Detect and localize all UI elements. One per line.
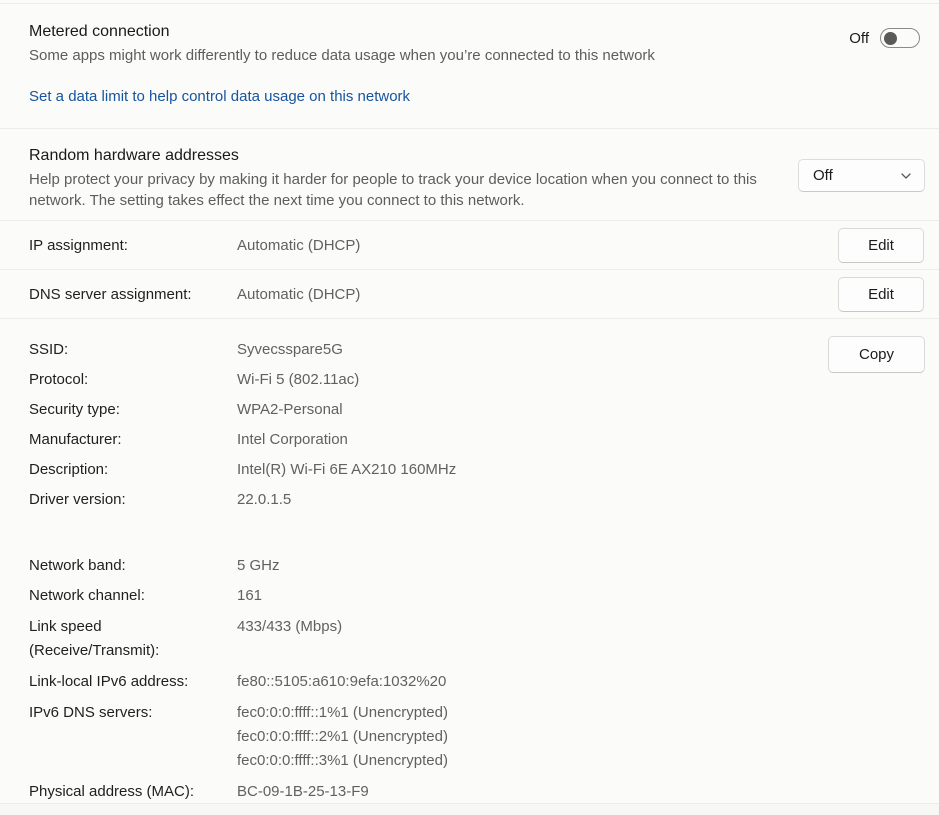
ipv6-dns-line: fec0:0:0:ffff::2%1 (Unencrypted)	[237, 725, 799, 749]
property-value: Wi-Fi 5 (802.11ac)	[237, 365, 799, 395]
property-row-link-local-ipv6: Link-local IPv6 address: fe80::5105:a610…	[29, 667, 799, 697]
property-value: Intel Corporation	[237, 425, 799, 455]
ip-assignment-label: IP assignment:	[29, 237, 219, 254]
random-hardware-card: Random hardware addresses Help protect y…	[0, 129, 939, 221]
property-label: Protocol:	[29, 365, 219, 395]
metered-connection-title: Metered connection	[29, 21, 759, 43]
toggle-state-label: Off	[849, 30, 869, 47]
property-row-physical-address: Physical address (MAC): BC-09-1B-25-13-F…	[29, 777, 799, 807]
metered-toggle-area: Off	[849, 28, 920, 48]
property-row-link-speed: Link speed (Receive/Transmit): 433/433 (…	[29, 611, 799, 667]
random-hardware-dropdown[interactable]: Off	[798, 159, 925, 192]
property-row-ssid: SSID: Syvecsspare5G	[29, 335, 799, 365]
ipv6-dns-line: fec0:0:0:ffff::3%1 (Unencrypted)	[237, 749, 799, 773]
network-properties-card: Copy SSID: Syvecsspare5G Protocol: Wi-Fi…	[0, 319, 939, 804]
random-hardware-description: Help protect your privacy by making it h…	[29, 169, 759, 211]
ip-assignment-value: Automatic (DHCP)	[237, 237, 838, 254]
property-row-manufacturer: Manufacturer: Intel Corporation	[29, 425, 799, 455]
toggle-knob	[884, 32, 897, 45]
property-row-protocol: Protocol: Wi-Fi 5 (802.11ac)	[29, 365, 799, 395]
metered-connection-toggle[interactable]	[880, 28, 920, 48]
chevron-down-icon	[900, 170, 912, 182]
property-value: BC-09-1B-25-13-F9	[237, 777, 799, 807]
property-row-security-type: Security type: WPA2-Personal	[29, 395, 799, 425]
dns-assignment-row: DNS server assignment: Automatic (DHCP) …	[0, 270, 939, 319]
property-value-lines: fec0:0:0:ffff::1%1 (Unencrypted) fec0:0:…	[237, 701, 799, 773]
property-label: Security type:	[29, 395, 219, 425]
property-label: Manufacturer:	[29, 425, 219, 455]
dns-assignment-edit-button[interactable]: Edit	[838, 277, 924, 312]
property-row-driver-version: Driver version: 22.0.1.5	[29, 485, 799, 515]
property-label: IPv6 DNS servers:	[29, 701, 219, 725]
wifi-network-properties-page: Metered connection Some apps might work …	[0, 0, 939, 815]
property-value: Syvecsspare5G	[237, 335, 799, 365]
copy-properties-button[interactable]: Copy	[828, 336, 925, 373]
ip-assignment-row: IP assignment: Automatic (DHCP) Edit	[0, 221, 939, 270]
set-data-limit-link[interactable]: Set a data limit to help control data us…	[29, 88, 410, 105]
property-label: Link speed (Receive/Transmit):	[29, 615, 219, 663]
property-row-ipv6-dns-servers: IPv6 DNS servers: fec0:0:0:ffff::1%1 (Un…	[29, 697, 799, 777]
dns-assignment-label: DNS server assignment:	[29, 286, 219, 303]
property-label: Network band:	[29, 551, 219, 581]
property-row-network-channel: Network channel: 161	[29, 581, 799, 611]
property-value: 5 GHz	[237, 551, 799, 581]
ipv6-dns-line: fec0:0:0:ffff::1%1 (Unencrypted)	[237, 701, 799, 725]
property-value: 433/433 (Mbps)	[237, 615, 799, 639]
property-label: Link-local IPv6 address:	[29, 667, 219, 697]
property-value: 22.0.1.5	[237, 485, 799, 515]
property-label: Physical address (MAC):	[29, 777, 219, 807]
metered-connection-description: Some apps might work differently to redu…	[29, 45, 759, 66]
random-hardware-title: Random hardware addresses	[29, 145, 759, 167]
property-row-description: Description: Intel(R) Wi-Fi 6E AX210 160…	[29, 455, 799, 485]
property-value: Intel(R) Wi-Fi 6E AX210 160MHz	[237, 455, 799, 485]
property-value: fe80::5105:a610:9efa:1032%20	[237, 667, 799, 697]
metered-connection-card: Metered connection Some apps might work …	[0, 4, 939, 129]
dns-assignment-value: Automatic (DHCP)	[237, 286, 838, 303]
property-label: Driver version:	[29, 485, 219, 515]
property-group-spacer	[29, 515, 799, 551]
ip-assignment-edit-button[interactable]: Edit	[838, 228, 924, 263]
property-row-network-band: Network band: 5 GHz	[29, 551, 799, 581]
property-value: 161	[237, 581, 799, 611]
property-label: Description:	[29, 455, 219, 485]
property-label: SSID:	[29, 335, 219, 365]
property-value: WPA2-Personal	[237, 395, 799, 425]
dropdown-selected-value: Off	[813, 167, 900, 184]
property-label: Network channel:	[29, 581, 219, 611]
